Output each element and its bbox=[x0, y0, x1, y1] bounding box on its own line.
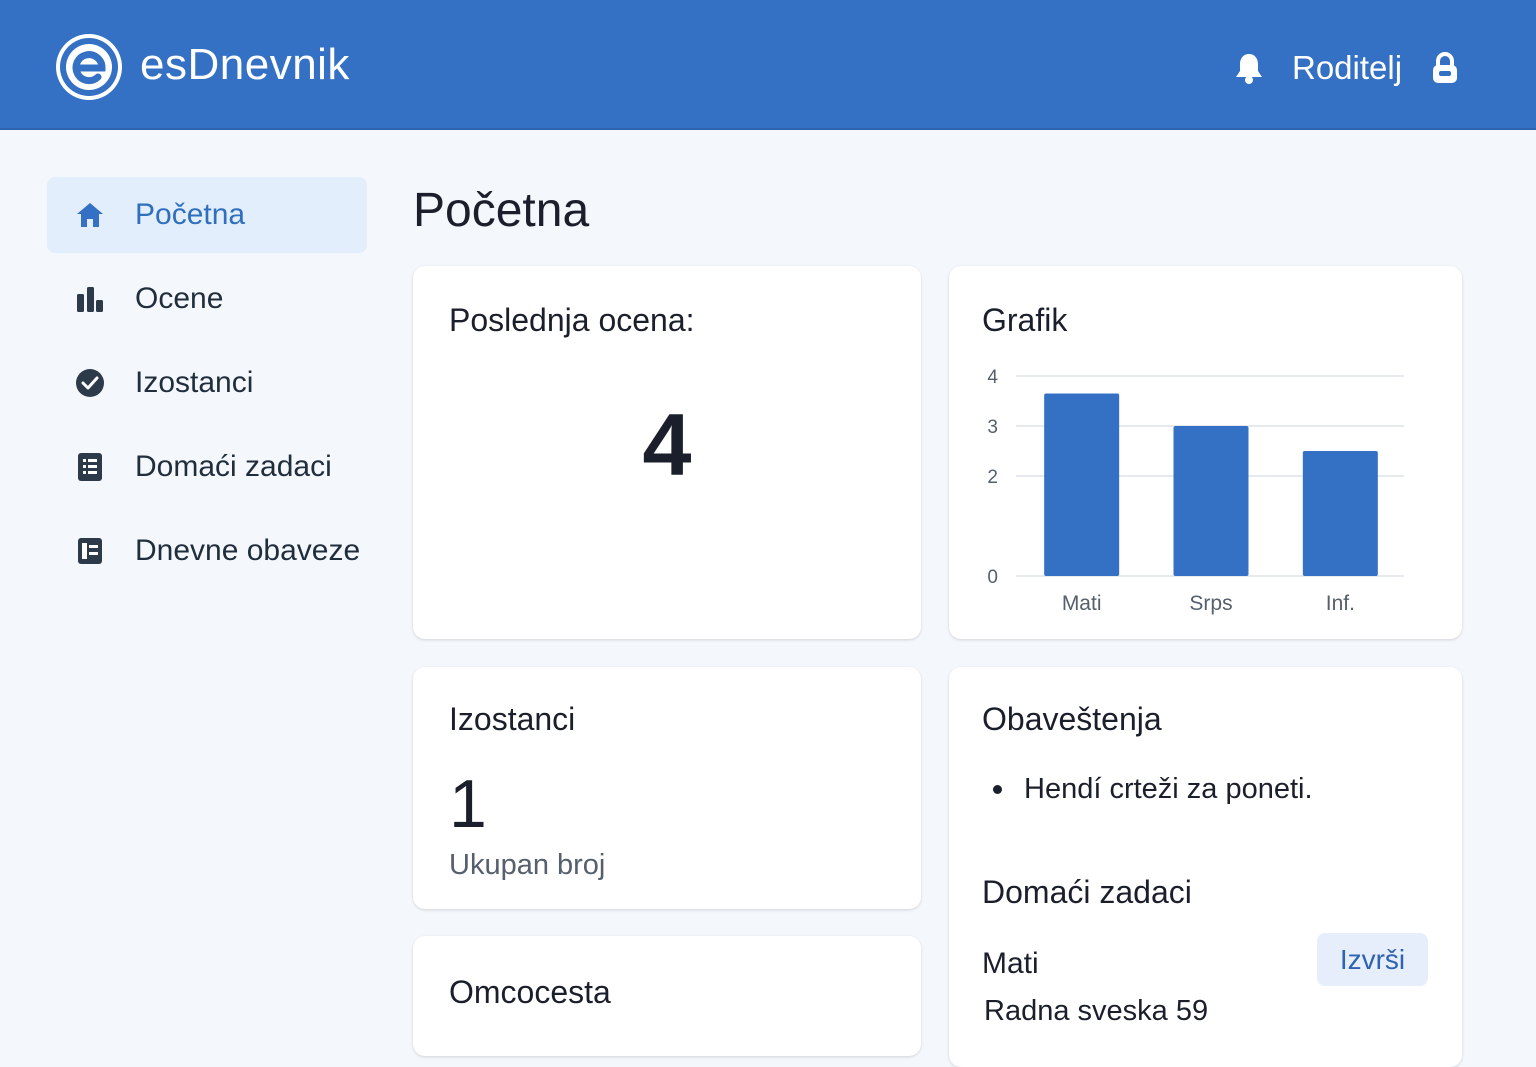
homework-subject: Mati bbox=[982, 947, 1039, 980]
logo[interactable] bbox=[56, 34, 122, 100]
notice-item: Hendí crteži za poneti. bbox=[993, 773, 1313, 806]
logo-e-icon bbox=[60, 38, 118, 96]
last-grade-value: 4 bbox=[642, 395, 692, 494]
partial-card: Omcocesta bbox=[413, 936, 921, 1056]
absences-card: Izostanci 1 Ukupan broj bbox=[413, 667, 921, 909]
notices-title: Obaveštenja bbox=[982, 701, 1162, 737]
last-grade-card: Poslednja ocena: 4 bbox=[413, 266, 921, 639]
y-tick-label: 2 bbox=[987, 467, 998, 488]
sidebar-item-label: Izostanci bbox=[135, 366, 254, 399]
x-tick-label: Inf. bbox=[1326, 592, 1355, 615]
sidebar-item-label: Ocene bbox=[135, 282, 224, 315]
user-role-label[interactable]: Roditelj bbox=[1292, 49, 1402, 87]
sidebar-item-domaci-zadaci[interactable]: Domaći zadaci bbox=[47, 429, 367, 505]
bar bbox=[1173, 426, 1249, 576]
absences-subtitle: Ukupan broj bbox=[449, 849, 606, 881]
check-circle-icon bbox=[76, 369, 104, 397]
sidebar-item-ocene[interactable]: Ocene bbox=[47, 261, 367, 337]
bar bbox=[1302, 451, 1378, 576]
bar bbox=[1044, 393, 1120, 576]
sidebar-item-label: Početna bbox=[135, 198, 246, 231]
bar-chart: 0 2 3 4 Mati Srps Inf. bbox=[987, 367, 1404, 615]
sidebar-item-dnevne-obaveze[interactable]: Dnevne obaveze bbox=[47, 513, 367, 589]
chart-card: Grafik 0 2 3 4 Mati Srps Inf. bbox=[949, 266, 1462, 639]
sidebar-item-label: Domaći zadaci bbox=[135, 450, 332, 483]
app-title: esDnevnik bbox=[140, 40, 350, 89]
homework-title: Domaći zadaci bbox=[982, 874, 1192, 910]
absences-title: Izostanci bbox=[449, 701, 576, 737]
bullet-icon bbox=[993, 785, 1002, 794]
y-tick-label: 0 bbox=[987, 567, 998, 588]
page-title: Početna bbox=[413, 184, 590, 237]
y-tick-label: 4 bbox=[987, 367, 998, 388]
sidebar-item-pocetna[interactable]: Početna bbox=[47, 177, 367, 253]
schedule-icon bbox=[78, 538, 102, 564]
last-grade-title: Poslednja ocena: bbox=[449, 302, 695, 338]
home-icon bbox=[77, 203, 103, 227]
notices-card: Obaveštenja Hendí crteži za poneti. Doma… bbox=[949, 667, 1462, 1067]
absences-count: 1 bbox=[449, 766, 487, 842]
grades-icon bbox=[77, 287, 103, 312]
y-tick-label: 3 bbox=[987, 417, 998, 438]
bell-icon[interactable] bbox=[1233, 51, 1265, 85]
x-tick-label: Mati bbox=[1062, 592, 1102, 615]
top-bar: esDnevnik Roditelj bbox=[0, 0, 1536, 130]
notice-text: Hendí crteži za poneti. bbox=[1024, 773, 1313, 805]
x-tick-label: Srps bbox=[1189, 592, 1232, 615]
sidebar: Početna Ocene Izostanci Domaći zadaci Dn… bbox=[47, 177, 367, 597]
homework-task: Radna sveska 59 bbox=[984, 995, 1209, 1027]
partial-card-title: Omcocesta bbox=[449, 974, 611, 1010]
sidebar-item-izostanci[interactable]: Izostanci bbox=[47, 345, 367, 421]
list-icon bbox=[78, 453, 102, 481]
sidebar-item-label: Dnevne obaveze bbox=[135, 534, 361, 567]
complete-homework-button[interactable]: Izvrši bbox=[1317, 933, 1428, 986]
lock-icon[interactable] bbox=[1432, 52, 1458, 84]
